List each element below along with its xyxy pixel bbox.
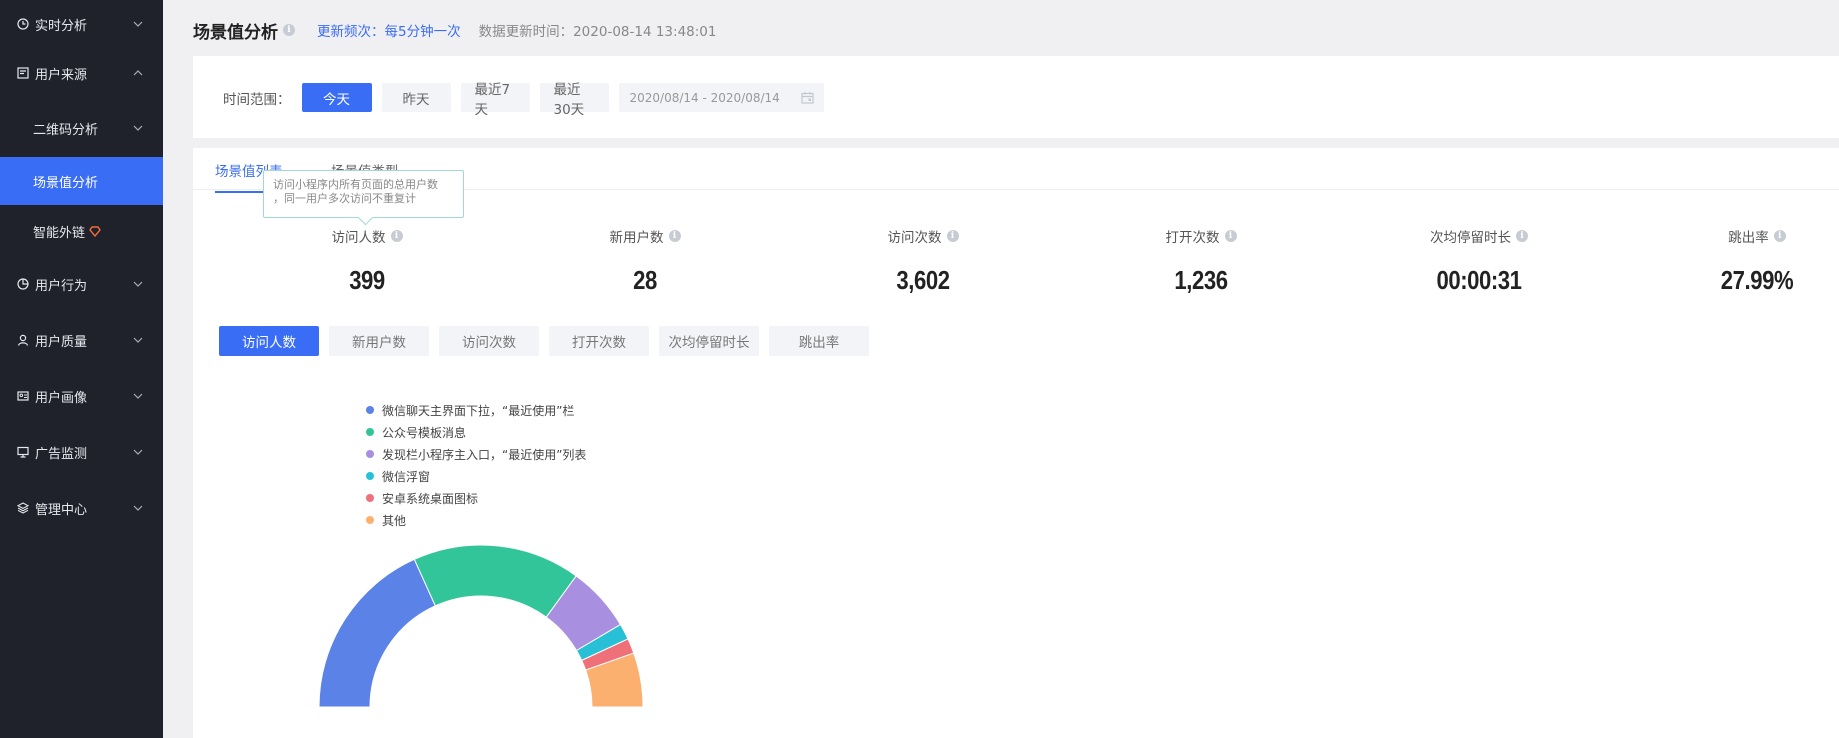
user-icon <box>17 334 29 346</box>
chevron-down-icon <box>133 393 143 399</box>
sidebar-item-label: 实时分析 <box>35 18 88 34</box>
pie-icon <box>17 278 29 290</box>
update-time: 数据更新时间：2020-08-14 13:48:01 <box>478 24 717 40</box>
sidebar-item-realtime[interactable]: 实时分析 <box>0 0 163 48</box>
sidebar-item-label: 管理中心 <box>35 502 88 518</box>
diamond-icon <box>89 225 101 237</box>
sidebar-item-behavior[interactable]: 用户行为 <box>0 260 163 308</box>
today-button[interactable]: 今天 <box>301 83 372 112</box>
chevron-down-icon <box>133 281 143 287</box>
clock-icon <box>17 18 29 30</box>
monitor-icon <box>17 446 29 458</box>
sidebar-item-label: 用户来源 <box>35 67 88 83</box>
page-header: 场景值分析 i 更新频次：每5分钟一次 数据更新时间：2020-08-14 13… <box>193 18 717 43</box>
update-frequency: 更新频次：每5分钟一次 <box>317 24 461 40</box>
chevron-up-icon <box>133 70 143 76</box>
half-donut-chart <box>318 544 644 708</box>
layers-icon <box>17 502 29 514</box>
main-panel: 场景值列表 场景值类型 访问小程序内所有页面的总用户数 ，同一用户多次访问不重复… <box>193 148 1839 738</box>
filter-panel: 时间范围： 今天 昨天 最近7天 最近30天 2020/08/14 - 2020… <box>193 56 1839 138</box>
calendar-icon <box>800 92 814 104</box>
last-7-days-button[interactable]: 最近7天 <box>460 82 530 118</box>
yesterday-button[interactable]: 昨天 <box>381 83 451 112</box>
sidebar-item-label: 用户画像 <box>35 390 88 406</box>
donut-slice[interactable] <box>413 544 577 618</box>
chevron-down-icon <box>133 505 143 511</box>
chevron-down-icon <box>133 125 143 131</box>
sidebar-item-admin[interactable]: 管理中心 <box>0 484 163 532</box>
sidebar-item-label: 二维码分析 <box>33 122 99 138</box>
sidebar-item-ads[interactable]: 广告监测 <box>0 428 163 476</box>
sidebar-item-label: 广告监测 <box>35 446 88 462</box>
chevron-down-icon <box>133 337 143 343</box>
sidebar-item-label: 智能外链 <box>33 225 86 241</box>
sidebar-item-smart-link[interactable]: 智能外链 <box>0 207 163 255</box>
sidebar-item-label: 用户行为 <box>35 278 88 294</box>
chevron-down-icon <box>133 21 143 27</box>
sidebar-item-label: 场景值分析 <box>33 175 99 191</box>
sidebar-item-scene[interactable]: 场景值分析 <box>0 157 163 205</box>
sidebar-item-qrcode[interactable]: 二维码分析 <box>0 104 163 152</box>
donut-slice[interactable] <box>318 558 436 708</box>
chevron-down-icon <box>133 449 143 455</box>
report-icon <box>17 67 29 79</box>
sidebar-item-user-source[interactable]: 用户来源 <box>0 49 163 97</box>
sidebar-item-quality[interactable]: 用户质量 <box>0 316 163 364</box>
date-range-value: 2020/08/14 - 2020/08/14 <box>629 90 780 105</box>
page-title: 场景值分析 <box>193 22 278 43</box>
sidebar-item-portrait[interactable]: 用户画像 <box>0 372 163 420</box>
last-30-days-button[interactable]: 最近30天 <box>539 82 609 118</box>
date-range-picker[interactable]: 2020/08/14 - 2020/08/14 <box>618 83 824 112</box>
time-range-label: 时间范围： <box>223 91 291 108</box>
sidebar: 实时分析 用户来源 二维码分析 场景值分析 智能外链 用户行为 用户质量 用户画… <box>0 0 163 738</box>
info-icon[interactable]: i <box>283 24 295 36</box>
profile-icon <box>17 390 29 402</box>
sidebar-item-label: 用户质量 <box>35 334 88 350</box>
